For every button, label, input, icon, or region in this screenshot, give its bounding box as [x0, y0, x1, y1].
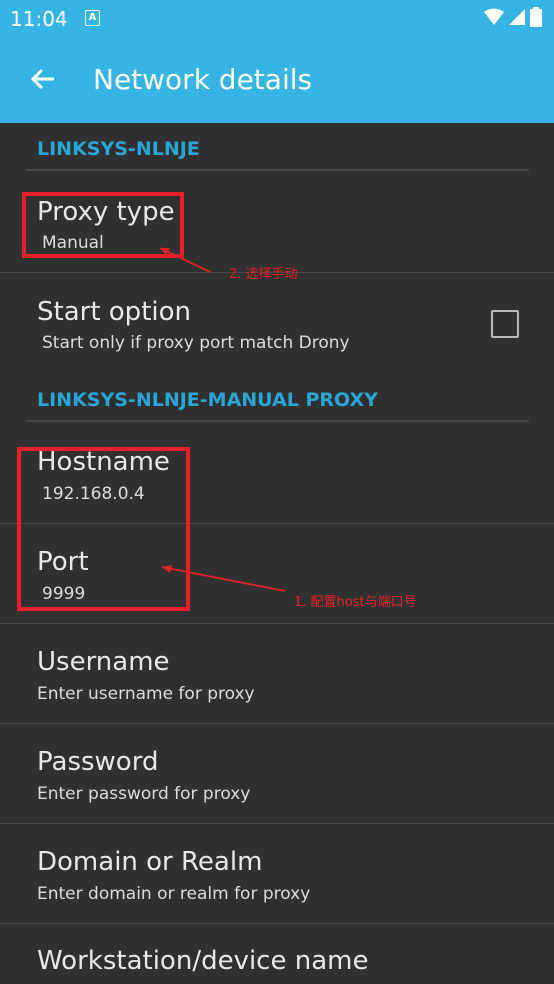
annotation-step1: 1. 配置host与端口号	[294, 595, 417, 610]
annotation-arrows	[159, 247, 286, 592]
annotation-step2: 2. 选择手动	[229, 267, 298, 282]
